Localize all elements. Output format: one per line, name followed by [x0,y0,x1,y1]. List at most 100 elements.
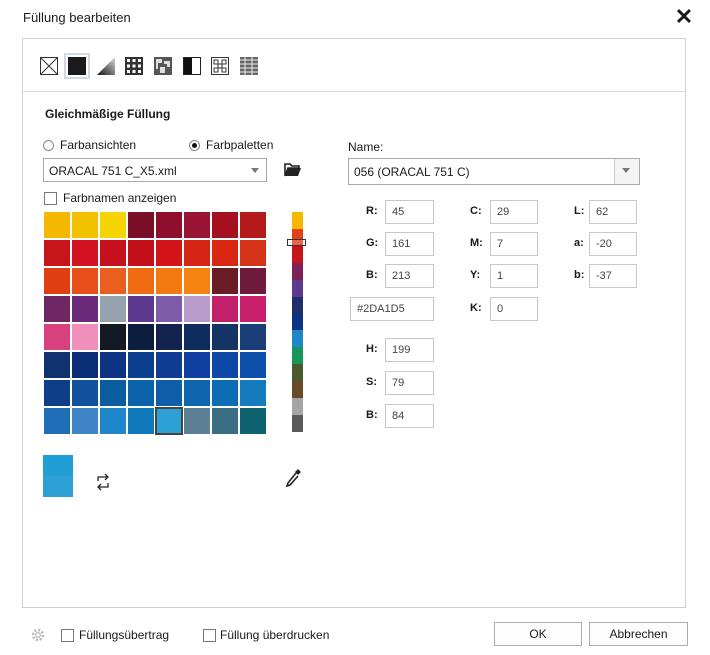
strip-segment[interactable] [292,347,303,365]
palette-swatch[interactable] [99,351,127,379]
k-field[interactable]: 0 [490,297,538,321]
overprint-label[interactable]: Füllung überdrucken [220,628,329,642]
radio-color-views-label[interactable]: Farbansichten [60,138,136,152]
palette-swatch[interactable] [239,211,267,239]
ok-button[interactable]: OK [494,622,582,646]
radio-color-palettes[interactable] [189,140,200,151]
transfer-label[interactable]: Füllungsübertrag [79,628,169,642]
palette-swatch[interactable] [71,323,99,351]
palette-swatch[interactable] [127,211,155,239]
radio-color-views[interactable] [43,140,54,151]
palette-swatch[interactable] [239,267,267,295]
palette-swatch[interactable] [183,295,211,323]
swap-colors-icon[interactable] [95,473,111,491]
y-field[interactable]: 1 [490,264,538,288]
palette-swatch[interactable] [183,379,211,407]
palette-swatch[interactable] [239,239,267,267]
palette-swatch[interactable] [211,211,239,239]
palette-swatch[interactable] [211,323,239,351]
palette-swatch[interactable] [155,407,183,435]
palette-swatch[interactable] [43,267,71,295]
vector-pattern-icon[interactable] [125,57,143,75]
name-select[interactable]: 056 (ORACAL 751 C) [348,158,640,185]
transfer-checkbox[interactable] [61,629,74,642]
palette-swatch[interactable] [71,267,99,295]
brightness-field[interactable]: 84 [385,404,434,428]
settings-gear-icon[interactable] [30,627,46,643]
l-field[interactable]: 62 [589,200,637,224]
palette-swatch[interactable] [183,323,211,351]
palette-swatch[interactable] [71,211,99,239]
palette-swatch[interactable] [99,239,127,267]
palette-swatch[interactable] [183,407,211,435]
palette-swatch[interactable] [71,295,99,323]
close-icon[interactable]: ✕ [672,4,696,30]
palette-swatch[interactable] [127,239,155,267]
strip-segment[interactable] [292,398,303,416]
no-fill-icon[interactable] [40,57,58,75]
palette-swatch[interactable] [183,211,211,239]
palette-swatch[interactable] [239,351,267,379]
palette-swatch[interactable] [183,239,211,267]
palette-swatch[interactable] [71,239,99,267]
show-names-label[interactable]: Farbnamen anzeigen [63,191,176,205]
strip-segment[interactable] [292,262,303,281]
palette-swatch[interactable] [239,379,267,407]
palette-select[interactable]: ORACAL 751 C_X5.xml [43,158,267,182]
palette-swatch[interactable] [211,239,239,267]
palette-swatch[interactable] [127,323,155,351]
bitmap-pattern-icon[interactable] [154,57,172,75]
palette-swatch[interactable] [127,267,155,295]
radio-color-palettes-label[interactable]: Farbpaletten [206,138,273,152]
lab-b-field[interactable]: -37 [589,264,637,288]
palette-swatch[interactable] [239,407,267,435]
palette-swatch[interactable] [155,295,183,323]
palette-swatch[interactable] [43,351,71,379]
hex-field[interactable]: #2DA1D5 [350,297,434,321]
palette-swatch[interactable] [211,407,239,435]
a-field[interactable]: -20 [589,232,637,256]
palette-swatch[interactable] [99,323,127,351]
palette-swatch[interactable] [239,323,267,351]
r-field[interactable]: 45 [385,200,434,224]
m-field[interactable]: 7 [490,232,538,256]
strip-segment[interactable] [292,330,303,348]
palette-swatch[interactable] [43,211,71,239]
palette-swatch[interactable] [211,267,239,295]
fountain-fill-icon[interactable] [97,57,115,75]
strip-segment[interactable] [292,313,303,331]
palette-swatch[interactable] [43,295,71,323]
palette-swatch[interactable] [43,407,71,435]
g-field[interactable]: 161 [385,232,434,256]
palette-swatch[interactable] [155,267,183,295]
palette-swatch[interactable] [211,351,239,379]
strip-segment[interactable] [292,415,303,433]
show-names-checkbox[interactable] [44,192,57,205]
palette-swatch[interactable] [155,379,183,407]
strip-segment[interactable] [292,296,303,315]
palette-swatch[interactable] [211,295,239,323]
chevron-down-icon[interactable] [244,159,266,181]
palette-swatch[interactable] [127,379,155,407]
strip-segment[interactable] [292,381,303,399]
palette-swatch[interactable] [99,379,127,407]
palette-swatch[interactable] [155,351,183,379]
palette-swatch[interactable] [71,379,99,407]
palette-swatch[interactable] [155,239,183,267]
h-field[interactable]: 199 [385,338,434,362]
palette-swatch[interactable] [43,379,71,407]
uniform-fill-icon[interactable] [64,53,90,79]
palette-swatch[interactable] [183,267,211,295]
s-field[interactable]: 79 [385,371,434,395]
palette-swatch[interactable] [99,407,127,435]
palette-swatch[interactable] [99,295,127,323]
palette-swatch[interactable] [43,323,71,351]
palette-swatch[interactable] [211,379,239,407]
palette-swatch[interactable] [71,407,99,435]
b-field[interactable]: 213 [385,264,434,288]
palette-swatch[interactable] [71,351,99,379]
folder-open-icon[interactable] [284,161,302,177]
palette-swatch[interactable] [99,211,127,239]
texture-fill-icon[interactable] [211,57,229,75]
palette-swatch[interactable] [99,267,127,295]
